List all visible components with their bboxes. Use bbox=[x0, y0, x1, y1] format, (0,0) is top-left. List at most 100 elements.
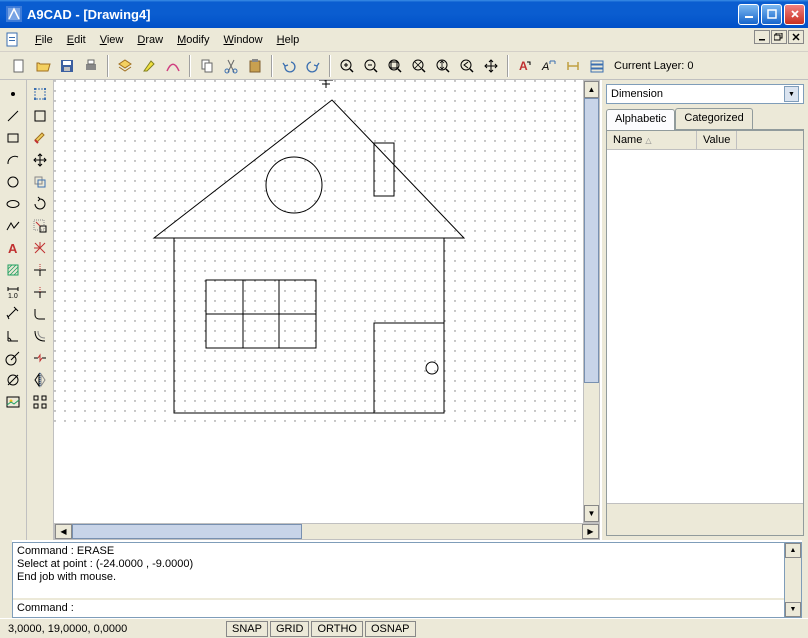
explode-tool[interactable] bbox=[29, 238, 51, 258]
mdi-close[interactable] bbox=[788, 30, 804, 44]
mdi-restore[interactable] bbox=[771, 30, 787, 44]
titlebar: A9CAD - [Drawing4] bbox=[0, 0, 808, 28]
point-tool[interactable] bbox=[2, 84, 24, 104]
erase-tool[interactable] bbox=[29, 128, 51, 148]
arc-tool[interactable] bbox=[2, 150, 24, 170]
dim-style-icon[interactable]: A bbox=[538, 55, 560, 77]
column-name[interactable]: Name △ bbox=[607, 131, 697, 149]
zoom-in-icon[interactable] bbox=[336, 55, 358, 77]
object-type-dropdown[interactable]: Dimension ▼ bbox=[606, 84, 804, 104]
copy-icon[interactable] bbox=[196, 55, 218, 77]
zoom-extents-icon[interactable] bbox=[408, 55, 430, 77]
tab-categorized[interactable]: Categorized bbox=[675, 108, 752, 129]
paste-icon[interactable] bbox=[244, 55, 266, 77]
zoom-realtime-icon[interactable] bbox=[432, 55, 454, 77]
drawing-canvas[interactable] bbox=[54, 80, 583, 523]
scroll-left-arrow[interactable]: ◀ bbox=[55, 524, 72, 539]
column-value[interactable]: Value bbox=[697, 131, 737, 149]
mirror-tool[interactable] bbox=[29, 370, 51, 390]
menu-help[interactable]: Help bbox=[270, 32, 307, 48]
horizontal-scrollbar[interactable]: ◀ ▶ bbox=[54, 523, 600, 540]
rectangle-tool[interactable] bbox=[2, 128, 24, 148]
ellipse-tool[interactable] bbox=[2, 194, 24, 214]
maximize-button[interactable] bbox=[761, 4, 782, 25]
polyline-tool[interactable] bbox=[2, 216, 24, 236]
offset-tool[interactable] bbox=[29, 326, 51, 346]
cut-icon[interactable] bbox=[220, 55, 242, 77]
print-icon[interactable] bbox=[80, 55, 102, 77]
menu-view[interactable]: View bbox=[93, 32, 131, 48]
minimize-button[interactable] bbox=[738, 4, 759, 25]
extend-tool[interactable] bbox=[29, 282, 51, 302]
fillet-tool[interactable] bbox=[29, 304, 51, 324]
menu-modify[interactable]: Modify bbox=[170, 32, 216, 48]
properties-icon[interactable] bbox=[562, 55, 584, 77]
cursor-coordinates: 3,0000, 19,0000, 0,0000 bbox=[4, 623, 224, 635]
command-history-line: Command : ERASE bbox=[17, 545, 780, 558]
osnap-toggle[interactable]: OSNAP bbox=[365, 621, 416, 637]
circle-tool[interactable] bbox=[2, 172, 24, 192]
save-icon[interactable] bbox=[56, 55, 78, 77]
dimension-aligned-tool[interactable] bbox=[2, 304, 24, 324]
move-select-tool[interactable] bbox=[29, 106, 51, 126]
undo-icon[interactable] bbox=[278, 55, 300, 77]
snap-toggle[interactable]: SNAP bbox=[226, 621, 268, 637]
dimension-radius-tool[interactable] bbox=[2, 348, 24, 368]
zoom-previous-icon[interactable] bbox=[456, 55, 478, 77]
scroll-down-arrow[interactable]: ▼ bbox=[584, 505, 599, 522]
copy-tool[interactable] bbox=[29, 172, 51, 192]
menu-file[interactable]: File bbox=[28, 32, 60, 48]
line-tool[interactable] bbox=[2, 106, 24, 126]
svg-text:1.0: 1.0 bbox=[8, 293, 18, 300]
vertical-scrollbar[interactable]: ▲ ▼ bbox=[583, 80, 600, 523]
dimension-tool[interactable]: 1.0 bbox=[2, 282, 24, 302]
command-scrollbar[interactable]: ▲ ▼ bbox=[785, 542, 802, 618]
menu-edit[interactable]: Edit bbox=[60, 32, 93, 48]
select-tool[interactable] bbox=[29, 84, 51, 104]
open-icon[interactable] bbox=[32, 55, 54, 77]
menu-window[interactable]: Window bbox=[216, 32, 269, 48]
settings-icon[interactable] bbox=[586, 55, 608, 77]
dropdown-arrow-icon[interactable]: ▼ bbox=[784, 86, 799, 102]
hatch-tool[interactable] bbox=[2, 260, 24, 280]
tab-alphabetic[interactable]: Alphabetic bbox=[606, 109, 675, 130]
scroll-right-arrow[interactable]: ▶ bbox=[582, 524, 599, 539]
zoom-window-icon[interactable] bbox=[384, 55, 406, 77]
close-button[interactable] bbox=[784, 4, 805, 25]
scale-tool[interactable] bbox=[29, 216, 51, 236]
grid-toggle[interactable]: GRID bbox=[270, 621, 310, 637]
ortho-toggle[interactable]: ORTHO bbox=[311, 621, 363, 637]
cmd-scroll-up[interactable]: ▲ bbox=[785, 543, 801, 558]
dimension-diameter-tool[interactable] bbox=[2, 370, 24, 390]
hscroll-thumb[interactable] bbox=[72, 524, 302, 539]
trim-tool[interactable] bbox=[29, 260, 51, 280]
app-icon bbox=[6, 6, 22, 22]
pan-icon[interactable] bbox=[480, 55, 502, 77]
dimension-angular-tool[interactable] bbox=[2, 326, 24, 346]
zoom-out-icon[interactable] bbox=[360, 55, 382, 77]
color-icon[interactable] bbox=[138, 55, 160, 77]
text-tool[interactable]: A bbox=[2, 238, 24, 258]
break-tool[interactable] bbox=[29, 348, 51, 368]
linetype-icon[interactable] bbox=[162, 55, 184, 77]
new-icon[interactable] bbox=[8, 55, 30, 77]
menu-draw[interactable]: Draw bbox=[130, 32, 170, 48]
layers-icon[interactable] bbox=[114, 55, 136, 77]
mdi-minimize[interactable] bbox=[754, 30, 770, 44]
rotate-tool[interactable] bbox=[29, 194, 51, 214]
svg-text:A: A bbox=[8, 241, 18, 256]
toolbar-modify bbox=[27, 80, 54, 540]
array-tool[interactable] bbox=[29, 392, 51, 412]
document-icon[interactable] bbox=[4, 31, 22, 49]
image-tool[interactable] bbox=[2, 392, 24, 412]
command-output[interactable]: Command : ERASE Select at point : (-24.0… bbox=[12, 542, 785, 618]
text-style-icon[interactable]: A bbox=[514, 55, 536, 77]
scroll-up-arrow[interactable]: ▲ bbox=[584, 81, 599, 98]
vscroll-thumb[interactable] bbox=[584, 98, 599, 383]
properties-grid[interactable]: Name △ Value bbox=[606, 130, 804, 536]
cmd-scroll-down[interactable]: ▼ bbox=[785, 602, 801, 617]
move-tool[interactable] bbox=[29, 150, 51, 170]
command-prompt[interactable]: Command : bbox=[17, 602, 780, 615]
window-title: A9CAD - [Drawing4] bbox=[27, 7, 738, 22]
redo-icon[interactable] bbox=[302, 55, 324, 77]
